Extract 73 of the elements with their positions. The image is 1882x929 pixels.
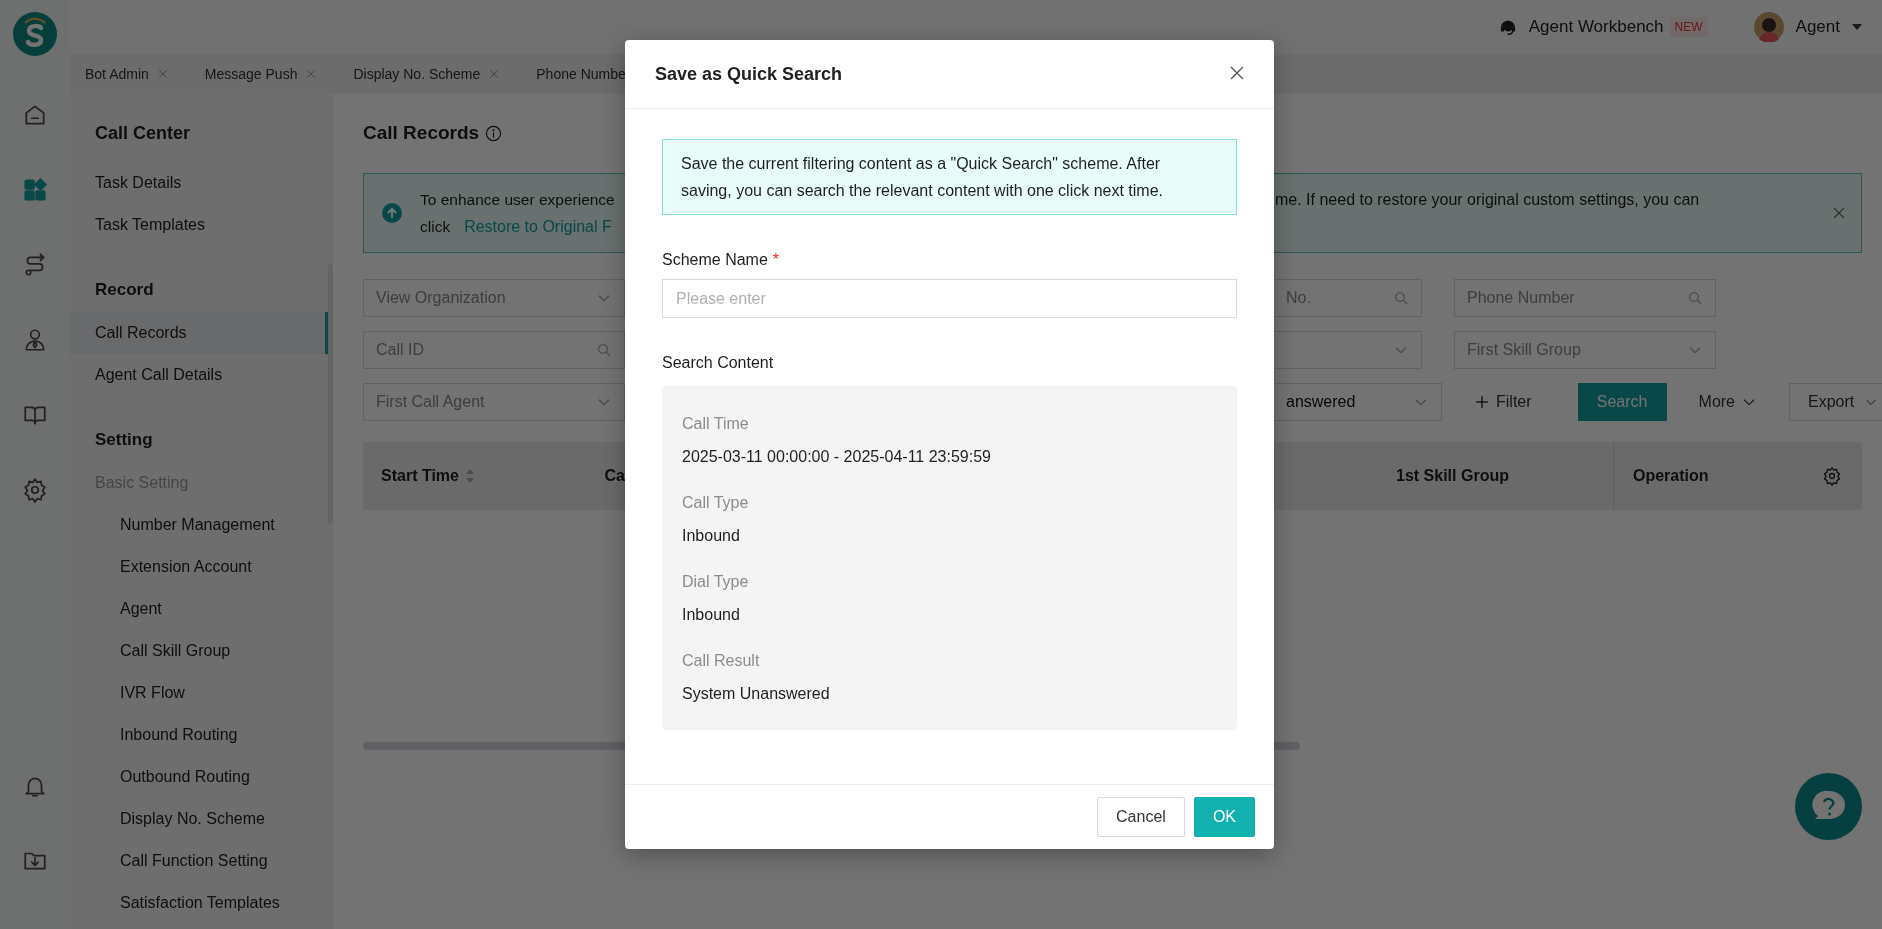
page-tab[interactable]: Display No. Scheme <box>353 66 481 82</box>
page-tab[interactable]: Bot Admin <box>85 66 149 82</box>
plus-icon <box>1474 394 1490 410</box>
sidebar-item[interactable]: Agent Call Details <box>70 354 328 396</box>
criterion-value: Inbound <box>682 526 741 546</box>
close-icon <box>1831 205 1847 221</box>
sidebar-item[interactable]: IVR Flow <box>70 672 328 714</box>
ok-button[interactable]: OK <box>1193 797 1255 837</box>
sidebar-item[interactable]: Call Function Setting <box>70 840 328 882</box>
dropdown-field[interactable]: answered <box>1274 383 1442 421</box>
notice-text: me. If need to restore your original custom settings, you can <box>1275 190 1700 210</box>
sidebar-item[interactable]: Task Details <box>70 162 328 204</box>
dropdown-field[interactable] <box>1274 331 1422 369</box>
sidebar-item[interactable]: Task Templates <box>70 204 328 246</box>
sidebar-item[interactable]: Inbound Routing <box>70 714 328 756</box>
info-message: Save the current filtering content as a "Quick Search" scheme. After saving, you can search the relevant content with one click next time. <box>662 139 1237 215</box>
scheme-name-input[interactable]: Please enter <box>662 279 1237 318</box>
criterion-label: Call Result <box>682 651 761 671</box>
sidebar-title: Call Center <box>94 123 192 144</box>
close-icon <box>156 68 169 80</box>
page-tab[interactable]: Message Push <box>204 66 298 82</box>
dialog-title: Save as Quick Search <box>655 63 843 85</box>
sidebar-item[interactable]: Display No. Scheme <box>70 798 328 840</box>
upgrade-icon <box>382 203 402 223</box>
route-icon[interactable] <box>22 252 48 278</box>
criterion-label: Call Type <box>682 493 750 513</box>
criterion-label: Dial Type <box>682 572 750 592</box>
search-icon <box>1393 290 1409 306</box>
column-header[interactable]: Start Time <box>381 467 459 485</box>
caret-icon[interactable] <box>1852 24 1862 30</box>
settings-icon[interactable] <box>22 477 48 503</box>
close-icon <box>305 68 318 80</box>
info-icon <box>485 124 503 142</box>
workbench-link[interactable]: Agent Workbench <box>1528 17 1664 37</box>
page-tab[interactable]: Phone Numbe <box>536 66 626 82</box>
section-heading: Setting <box>94 430 154 450</box>
close-icon <box>488 68 501 80</box>
logo-icon[interactable] <box>13 12 57 56</box>
column-header[interactable]: Ca <box>604 467 625 485</box>
notice-text: To enhance user experience <box>420 190 615 210</box>
add-filter-button[interactable]: Filter <box>1474 393 1532 411</box>
apps-icon[interactable] <box>22 177 48 203</box>
search-icon <box>1687 290 1703 306</box>
more-button[interactable]: More <box>1698 393 1757 411</box>
criterion-value: 2025-03-11 00:00:00 - 2025-04-11 23:59:59 <box>682 447 992 467</box>
search-icon <box>596 342 612 358</box>
page-title: Call Records <box>363 122 480 144</box>
sidebar-item[interactable]: Satisfaction Templates <box>70 882 328 924</box>
cancel-button[interactable]: Cancel <box>1097 797 1185 837</box>
column-header: 1st Skill Group <box>1396 467 1509 485</box>
settings-icon <box>1822 466 1842 486</box>
column-header: Operation <box>1633 467 1709 485</box>
restore-link[interactable]: Restore to Original F <box>464 213 612 240</box>
required-mark: * <box>772 251 780 269</box>
criterion-value: Inbound <box>682 605 741 625</box>
notice-text: click <box>420 217 451 237</box>
new-badge: NEW <box>1669 17 1708 37</box>
scrollbar[interactable] <box>328 264 333 524</box>
sidebar-item[interactable]: Number Management <box>70 504 328 546</box>
section-heading: Record <box>94 280 155 300</box>
search-button[interactable]: Search <box>1577 383 1667 421</box>
sidebar-item[interactable]: Call Skill Group <box>70 630 328 672</box>
sidebar-item[interactable]: Extension Account <box>70 546 328 588</box>
sidebar-item[interactable]: Call Records <box>70 312 328 354</box>
sidebar-item[interactable]: Outbound Routing <box>70 756 328 798</box>
section-label: Search Content <box>662 354 775 372</box>
criterion-label: Call Time <box>682 414 750 434</box>
criterion-value: System Unanswered <box>682 684 831 704</box>
export-button[interactable]: Export <box>1789 383 1882 421</box>
field-label: Scheme Name <box>662 251 768 269</box>
sidebar-item[interactable]: Agent <box>70 588 328 630</box>
user-name[interactable]: Agent <box>1795 17 1840 37</box>
avatar[interactable] <box>1753 12 1784 42</box>
